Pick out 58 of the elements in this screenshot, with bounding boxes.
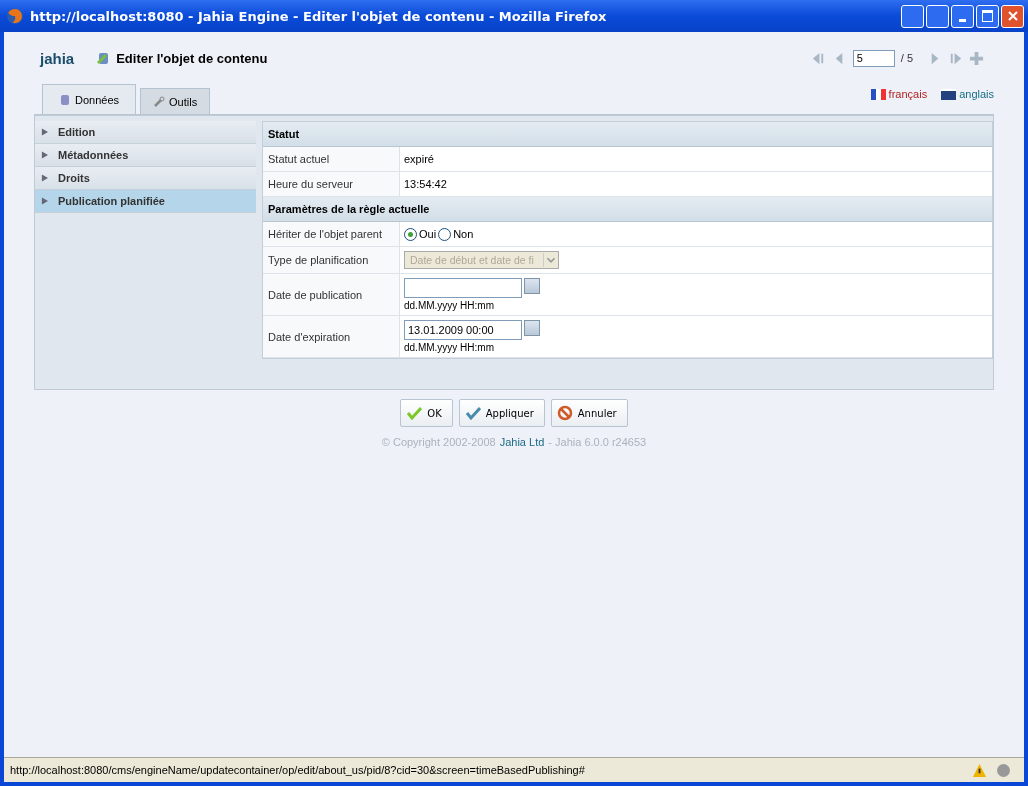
sidebar-item[interactable]: Publication planifiée (35, 190, 256, 213)
field-value: expiré (404, 153, 434, 165)
status-url: http://localhost:8080/cms/engineName/updatecontainer/op/edit/about_us/pid/8?cid=30&screen=timeBasedPublishing# (10, 764, 586, 776)
expand-arrow-icon (41, 197, 48, 205)
calendar-icon[interactable] (524, 320, 540, 336)
tab-switch-button[interactable] (926, 4, 949, 28)
calendar-icon[interactable] (524, 278, 540, 294)
close-button[interactable] (1001, 4, 1024, 28)
warning-icon (972, 762, 987, 778)
page-title: Editer l'objet de contenu (116, 50, 268, 66)
prohibited-icon (556, 405, 573, 421)
circle-icon (997, 763, 1010, 777)
tab[interactable]: Outils (140, 88, 211, 114)
section-header: Statut (263, 122, 992, 147)
field-label: Statut actuel (268, 153, 330, 165)
field-label: Hériter de l'objet parent (268, 228, 382, 240)
window-title: http://localhost:8080 - Jahia Engine - Editer l'objet de contenu - Mozilla Firefox (30, 8, 607, 24)
company-link[interactable]: Jahia Ltd (499, 436, 545, 448)
maximize-button[interactable] (976, 4, 999, 28)
sidebar-item[interactable]: Edition (35, 121, 256, 144)
field-label: Date d'expiration (268, 330, 351, 343)
date-format-hint: dd.MM.yyyy HH:mm (404, 300, 495, 311)
ok-button[interactable]: OK (400, 399, 453, 427)
field-label: Heure du serveur (268, 178, 353, 190)
add-icon[interactable] (969, 50, 984, 66)
radio-option[interactable]: Oui (404, 227, 437, 241)
expand-arrow-icon (41, 128, 48, 136)
apply-button[interactable]: Appliquer (458, 399, 545, 427)
minimize-button[interactable] (951, 4, 974, 28)
field-label: Type de planification (268, 254, 369, 266)
field-label: Date de publication (268, 288, 363, 301)
logo: jahia (40, 49, 75, 67)
date-input[interactable]: 13.01.2009 00:00 (404, 320, 522, 340)
radio-option[interactable]: Non (438, 227, 474, 241)
expand-arrow-icon (41, 151, 48, 159)
close-icon (1007, 11, 1018, 21)
version-text: - Jahia 6.0.0 r24653 (548, 436, 647, 448)
language-link[interactable]: français (870, 88, 928, 100)
sidebar-item[interactable]: Métadonnées (35, 144, 256, 167)
restore-tab-button[interactable] (901, 4, 924, 28)
section-header: Paramètres de la règle actuelle (263, 197, 992, 222)
cancel-button[interactable]: Annuler (550, 399, 628, 427)
expand-arrow-icon (41, 174, 48, 182)
check-icon (464, 405, 481, 421)
wrench-icon (153, 95, 166, 108)
tab[interactable]: Données (42, 84, 137, 114)
sidebar-item[interactable]: Droits (35, 167, 256, 190)
check-icon (406, 405, 423, 421)
date-input[interactable] (404, 278, 522, 298)
date-format-hint: dd.MM.yyyy HH:mm (404, 342, 495, 353)
dropdown-arrow-icon (543, 253, 558, 267)
page-total: / 5 (900, 52, 913, 64)
browser-globe-icon (6, 7, 24, 25)
field-value: 13:54:42 (404, 178, 447, 190)
page-input[interactable]: 5 (852, 49, 895, 67)
copyright-text: © Copyright 2002-2008 (381, 436, 496, 448)
database-icon (59, 93, 71, 106)
language-link[interactable]: anglais (941, 88, 994, 100)
